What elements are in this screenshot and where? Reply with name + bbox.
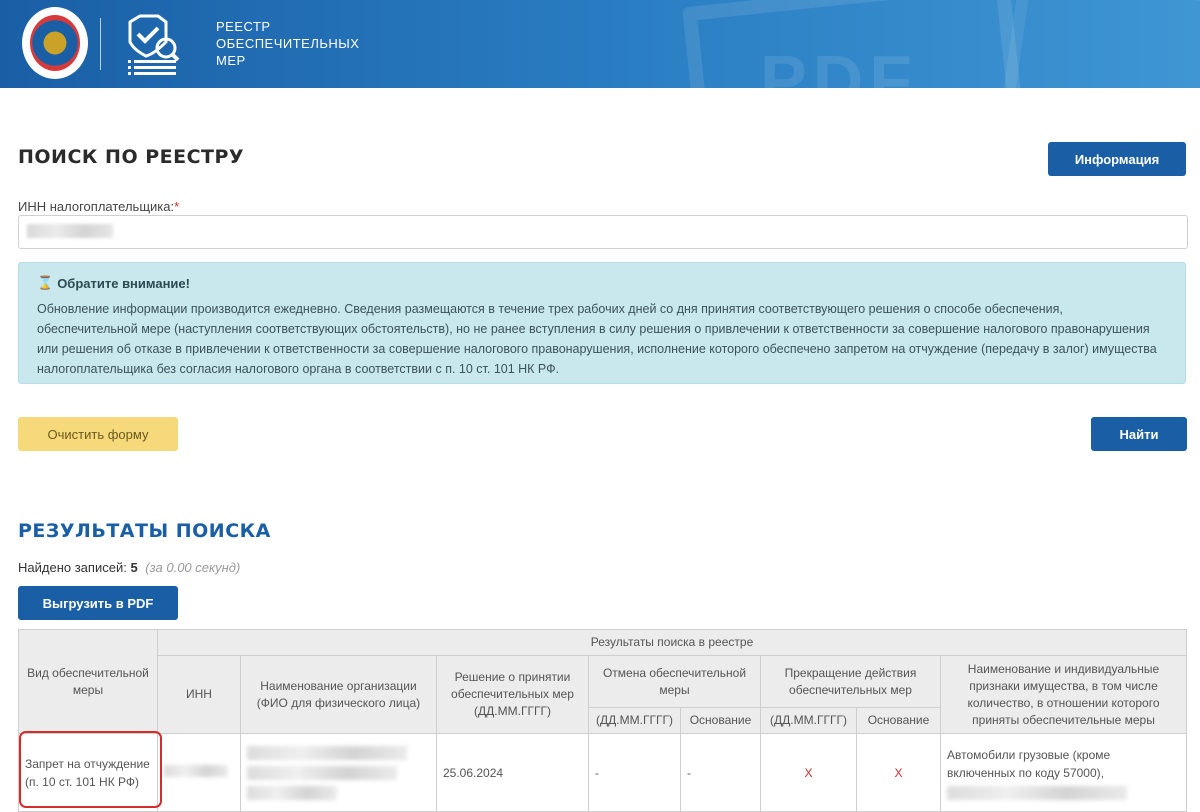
cell-decision-date: 25.06.2024 [436, 733, 589, 812]
col-property-header: Наименование и индивидуальные признаки и… [940, 655, 1187, 734]
cell-stop-basis: X [856, 733, 941, 812]
col-cancel-basis-header: Основание [680, 707, 761, 734]
cell-property: Автомобили грузовые (кроме включенных по… [940, 733, 1187, 812]
fns-emblem-logo[interactable] [22, 7, 88, 79]
required-marker: * [174, 199, 180, 214]
redacted-property [947, 785, 1127, 800]
inn-label: ИНН налогоплательщика:* [18, 199, 179, 214]
found-number: 5 [130, 560, 138, 575]
hourglass-icon: ⌛ [37, 275, 54, 290]
col-stop-header: Прекращение действия обеспечительных мер [760, 655, 941, 708]
col-org-header: Наименование организации (ФИО для физиче… [240, 655, 437, 734]
alert-body: Обновление информации производится ежедн… [37, 302, 1157, 376]
app-title-line: МЕР [216, 53, 246, 68]
app-title: РЕЕСТР ОБЕСПЕЧИТЕЛЬНЫХ МЕР [216, 18, 359, 69]
find-button[interactable]: Найти [1091, 417, 1187, 451]
col-decision-header: Решение о принятии обеспечительных мер (… [436, 655, 589, 734]
found-label: Найдено записей: [18, 560, 127, 575]
cell-stop-date: X [760, 733, 857, 812]
table-row: Запрет на отчуждение (п. 10 ст. 101 НК Р… [18, 733, 1187, 812]
redacted-org-name [247, 765, 397, 780]
found-count: Найдено записей: 5 (за 0.00 секунд) [18, 560, 240, 575]
alert-heading: ⌛ Обратите внимание! [37, 275, 1167, 291]
cell-cancel-date: - [588, 733, 681, 812]
col-stop-date-header: (ДД.ММ.ГГГГ) [760, 707, 857, 734]
header-divider [100, 18, 101, 70]
alert-title: Обратите внимание! [57, 275, 190, 291]
col-cancel-header: Отмена обеспечительной меры [588, 655, 761, 708]
results-table: Вид обеспечительной меры Результаты поис… [18, 629, 1187, 812]
header-watermark: PDF [760, 41, 918, 88]
group-header: Результаты поиска в реестре [157, 629, 1187, 656]
redacted-org-name [247, 745, 407, 760]
clear-form-button[interactable]: Очистить форму [18, 417, 178, 451]
site-header: PDF РЕЕСТР ОБЕСПЕЧИТЕЛЬНЫХ МЕР [0, 0, 1200, 88]
results-title: РЕЗУЛЬТАТЫ ПОИСКА [18, 520, 271, 542]
notice-alert: ⌛ Обратите внимание! Обновление информац… [18, 262, 1186, 384]
redacted-inn [164, 764, 228, 777]
col-cancel-date-header: (ДД.ММ.ГГГГ) [588, 707, 681, 734]
cell-inn [157, 733, 241, 812]
redacted-inn-value [27, 224, 113, 238]
app-title-line: ОБЕСПЕЧИТЕЛЬНЫХ [216, 36, 360, 51]
app-title-line: РЕЕСТР [216, 19, 271, 34]
highlight-box [19, 731, 162, 808]
info-button[interactable]: Информация [1048, 142, 1186, 176]
header-decoration [1001, 0, 1200, 88]
eagle-icon [30, 15, 80, 71]
export-pdf-button[interactable]: Выгрузить в PDF [18, 586, 178, 620]
cell-cancel-basis: - [680, 733, 761, 812]
inn-label-text: ИНН налогоплательщика: [18, 199, 175, 214]
col-inn-header: ИНН [157, 655, 241, 734]
redacted-org-name [247, 785, 337, 800]
search-title: ПОИСК ПО РЕЕСТРУ [18, 146, 245, 168]
cell-org [240, 733, 437, 812]
property-text: Автомобили грузовые (кроме включенных по… [947, 747, 1111, 780]
inn-input[interactable] [18, 215, 1188, 249]
found-time: (за 0.00 секунд) [145, 560, 241, 575]
col-stop-basis-header: Основание [856, 707, 941, 734]
registry-shield-icon [128, 14, 180, 75]
col-kind-header: Вид обеспечительной меры [18, 629, 158, 734]
